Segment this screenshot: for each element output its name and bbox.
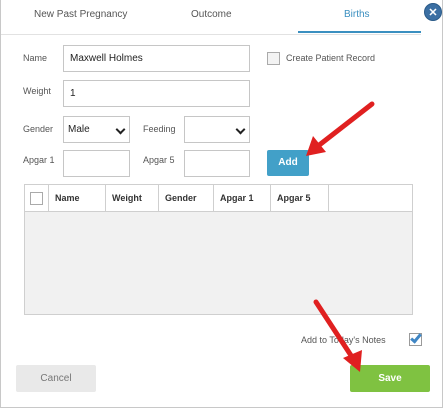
column-header-apgar5[interactable]: Apgar 5 (271, 185, 329, 212)
checkmark-icon (410, 331, 422, 344)
active-tab-indicator (298, 31, 421, 33)
tab-births[interactable]: Births (344, 9, 370, 20)
feeding-select[interactable] (184, 116, 250, 143)
tab-outcome[interactable]: Outcome (191, 9, 232, 20)
grid-header: Name Weight Gender Apgar 1 Apgar 5 (25, 185, 412, 212)
add-button[interactable]: Add (267, 150, 309, 176)
chevron-down-icon (115, 124, 126, 135)
cancel-button[interactable]: Cancel (16, 365, 96, 392)
column-header-name[interactable]: Name (49, 185, 106, 212)
feeding-label: Feeding (143, 124, 176, 134)
create-patient-record-checkbox[interactable] (267, 52, 280, 65)
gender-label: Gender (23, 124, 54, 134)
gender-select-value: Male (68, 124, 90, 135)
births-dialog: New Past Pregnancy Outcome Births ✕ Name… (0, 0, 443, 408)
add-to-notes-checkbox[interactable] (409, 331, 422, 346)
save-button[interactable]: Save (350, 365, 430, 392)
tab-bar: New Past Pregnancy Outcome Births (1, 0, 421, 34)
select-all-cell (25, 185, 49, 212)
apgar1-input[interactable] (63, 150, 130, 177)
column-header-gender[interactable]: Gender (159, 185, 214, 212)
births-grid: Name Weight Gender Apgar 1 Apgar 5 (24, 184, 413, 315)
apgar5-label: Apgar 5 (143, 155, 175, 165)
tab-new-past-pregnancy[interactable]: New Past Pregnancy (34, 9, 127, 20)
weight-label: Weight (23, 86, 51, 96)
tabs-divider (1, 34, 421, 35)
create-patient-record-label: Create Patient Record (286, 53, 376, 63)
column-header-apgar1[interactable]: Apgar 1 (214, 185, 271, 212)
name-label: Name (23, 53, 48, 63)
gender-select[interactable]: Male (63, 116, 130, 143)
apgar1-label: Apgar 1 (23, 155, 55, 165)
close-icon[interactable]: ✕ (424, 3, 442, 21)
apgar5-input[interactable] (184, 150, 250, 177)
column-header-weight[interactable]: Weight (106, 185, 159, 212)
select-all-checkbox[interactable] (30, 192, 43, 205)
add-to-notes-label: Add to Today's Notes (301, 335, 386, 345)
weight-input[interactable]: 1 (63, 80, 250, 107)
name-input[interactable]: Maxwell Holmes (63, 45, 250, 72)
chevron-down-icon (235, 124, 246, 135)
